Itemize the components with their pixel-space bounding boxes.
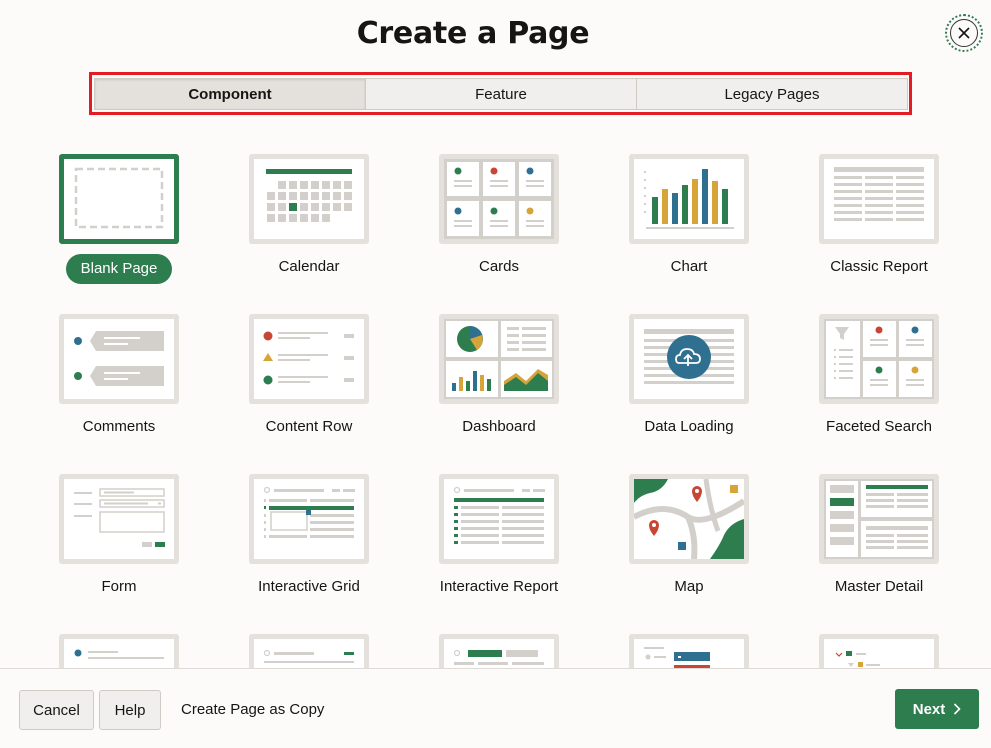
next-button-label: Next [912, 700, 946, 718]
page-type-dashboard[interactable]: Dashboard [404, 314, 594, 464]
page-type-comments[interactable]: Comments [24, 314, 214, 464]
chevron-right-icon [954, 703, 961, 715]
page-type-map[interactable]: Map [594, 474, 784, 624]
page-type-label: Blank Page [66, 254, 172, 284]
next-button[interactable]: Next [895, 689, 979, 729]
page-type-partial-1[interactable] [24, 634, 214, 668]
page-type-label: Comments [82, 418, 156, 435]
calendar-thumbnail [249, 154, 369, 244]
page-type-label: Chart [670, 258, 708, 275]
form-thumbnail [59, 474, 179, 564]
chart-thumbnail [629, 154, 749, 244]
page-type-calendar[interactable]: Calendar [214, 154, 404, 304]
cancel-button[interactable]: Cancel [19, 690, 94, 730]
page-type-label: Content Row [265, 418, 353, 435]
page-type-label: Faceted Search [826, 418, 932, 435]
dialog-footer: Cancel Help Create Page as Copy Next [0, 668, 991, 748]
faceted-search-thumbnail [819, 314, 939, 404]
blank-page-thumbnail [59, 154, 179, 244]
partial-thumbnail [819, 634, 939, 668]
page-type-faceted-search[interactable]: Faceted Search [784, 314, 974, 464]
page-type-partial-2[interactable] [214, 634, 404, 668]
interactive-report-thumbnail [439, 474, 559, 564]
page-type-interactive-grid[interactable]: Interactive Grid [214, 474, 404, 624]
page-type-partial-3[interactable] [404, 634, 594, 668]
page-type-label: Dashboard [462, 418, 536, 435]
page-type-label: Map [674, 578, 704, 595]
page-type-chart[interactable]: Chart [594, 154, 784, 304]
comments-thumbnail [59, 314, 179, 404]
create-page-as-copy-link[interactable]: Create Page as Copy [181, 701, 324, 718]
master-detail-thumbnail [819, 474, 939, 564]
cards-thumbnail [439, 154, 559, 244]
page-type-classic-report[interactable]: Classic Report [784, 154, 974, 304]
page-type-partial-5[interactable] [784, 634, 974, 668]
page-type-cards[interactable]: Cards [404, 154, 594, 304]
help-button[interactable]: Help [99, 690, 161, 730]
page-type-label: Classic Report [830, 258, 928, 275]
page-type-label: Interactive Grid [258, 578, 360, 595]
page-type-label: Cards [478, 258, 519, 275]
dashboard-thumbnail [439, 314, 559, 404]
content-row-thumbnail [249, 314, 369, 404]
page-type-grid: Blank Page Calendar Cards Chart Classic … [0, 0, 991, 668]
page-type-label: Master Detail [834, 578, 924, 595]
page-type-interactive-report[interactable]: Interactive Report [404, 474, 594, 624]
page-type-blank-page[interactable]: Blank Page [24, 154, 214, 304]
partial-thumbnail [439, 634, 559, 668]
partial-thumbnail [629, 634, 749, 668]
partial-thumbnail [59, 634, 179, 668]
page-type-partial-4[interactable] [594, 634, 784, 668]
page-type-label: Form [101, 578, 137, 595]
page-type-data-loading[interactable]: Data Loading [594, 314, 784, 464]
page-type-master-detail[interactable]: Master Detail [784, 474, 974, 624]
page-type-label: Data Loading [644, 418, 734, 435]
page-type-form[interactable]: Form [24, 474, 214, 624]
data-loading-thumbnail [629, 314, 749, 404]
classic-report-thumbnail [819, 154, 939, 244]
partial-thumbnail [249, 634, 369, 668]
page-type-label: Calendar [278, 258, 340, 275]
map-thumbnail [629, 474, 749, 564]
page-type-content-row[interactable]: Content Row [214, 314, 404, 464]
page-type-label: Interactive Report [439, 578, 559, 595]
interactive-grid-thumbnail [249, 474, 369, 564]
